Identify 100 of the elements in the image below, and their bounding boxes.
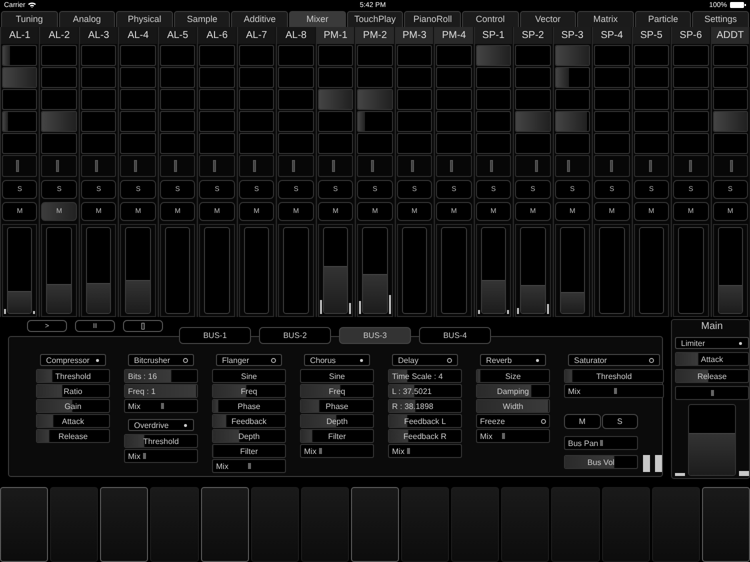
pan-thumb[interactable] xyxy=(490,160,493,172)
tab[interactable]: Vector xyxy=(520,10,576,27)
tab[interactable]: Physical xyxy=(116,10,173,27)
pan-slider[interactable] xyxy=(2,154,38,177)
parameter-slider[interactable]: Release xyxy=(675,369,749,384)
effect-slot[interactable] xyxy=(199,132,235,154)
effect-slot[interactable] xyxy=(2,110,38,132)
effect-slot[interactable] xyxy=(41,66,77,88)
pan-thumb[interactable] xyxy=(56,160,59,172)
effect-slot[interactable] xyxy=(160,110,196,132)
effect-slot[interactable] xyxy=(278,88,314,110)
pan-thumb[interactable] xyxy=(134,160,138,172)
effect-slot[interactable] xyxy=(318,66,354,88)
slider-thumb[interactable] xyxy=(160,403,164,410)
effect-slot[interactable] xyxy=(396,110,432,132)
effect-slot[interactable] xyxy=(476,132,512,154)
effect-slot[interactable] xyxy=(594,132,630,154)
pan-slider[interactable] xyxy=(357,154,393,177)
effect-slot[interactable] xyxy=(436,66,472,88)
effect-slot[interactable] xyxy=(554,132,590,154)
waveform-selector[interactable]: Sine xyxy=(300,369,374,384)
pan-thumb[interactable] xyxy=(730,160,733,172)
pan-thumb[interactable] xyxy=(292,160,296,172)
pan-slider[interactable] xyxy=(515,154,551,177)
effect-slot[interactable] xyxy=(634,44,670,66)
volume-fader[interactable] xyxy=(638,226,664,314)
mix-slider[interactable]: Bus Pan xyxy=(564,436,638,450)
volume-fader[interactable] xyxy=(678,226,704,314)
pan-thumb[interactable] xyxy=(174,160,177,172)
volume-fader[interactable] xyxy=(599,226,625,314)
mix-slider[interactable]: Mix xyxy=(124,399,198,414)
parameter-slider[interactable]: Attack xyxy=(675,352,749,366)
pan-thumb[interactable] xyxy=(332,160,335,172)
effect-slot[interactable] xyxy=(396,132,432,154)
pan-thumb[interactable] xyxy=(610,160,613,172)
parameter-slider[interactable]: Freq xyxy=(212,384,286,398)
effect-slot[interactable] xyxy=(594,44,630,66)
volume-fader[interactable] xyxy=(244,226,270,314)
effect-slot[interactable] xyxy=(120,44,156,66)
effect-slot[interactable] xyxy=(278,132,314,154)
pan-slider[interactable] xyxy=(673,154,709,177)
effect-slot[interactable] xyxy=(160,88,196,110)
effect-slot[interactable] xyxy=(318,44,354,66)
effect-slot[interactable] xyxy=(80,44,116,66)
effect-slot[interactable] xyxy=(238,132,274,154)
effect-slot[interactable] xyxy=(278,66,314,88)
parameter-slider[interactable]: Feedback xyxy=(212,414,286,428)
pan-thumb[interactable] xyxy=(94,160,98,172)
slider-thumb[interactable] xyxy=(248,463,251,470)
parameter-slider[interactable]: Size xyxy=(476,369,550,384)
pan-slider[interactable] xyxy=(712,154,748,177)
effect-slot[interactable] xyxy=(594,110,630,132)
pan-slider[interactable] xyxy=(554,154,590,177)
pan-thumb[interactable] xyxy=(410,160,414,172)
parameter-slider[interactable]: Freq : 1 xyxy=(124,384,198,398)
effect-slot[interactable] xyxy=(80,110,116,132)
parameter-slider[interactable]: Gain xyxy=(36,399,110,414)
parameter-slider[interactable]: Depth xyxy=(300,414,374,428)
parameter-slider[interactable]: Filter xyxy=(212,444,286,458)
volume-fader[interactable] xyxy=(688,404,736,476)
effect-slot[interactable] xyxy=(120,66,156,88)
volume-fader[interactable] xyxy=(560,226,586,314)
volume-fader[interactable] xyxy=(283,226,309,314)
volume-fader[interactable] xyxy=(362,226,388,314)
effect-slot[interactable] xyxy=(515,44,551,66)
effect-slot[interactable] xyxy=(673,132,709,154)
effect-slot[interactable] xyxy=(80,132,116,154)
pan-thumb[interactable] xyxy=(711,390,714,396)
key-pad[interactable] xyxy=(0,487,48,562)
effect-slot[interactable] xyxy=(357,44,393,66)
slider-thumb[interactable] xyxy=(614,388,617,394)
effect-slot[interactable] xyxy=(278,110,314,132)
pan-thumb[interactable] xyxy=(450,160,454,172)
pan-slider[interactable] xyxy=(476,154,512,177)
parameter-slider[interactable]: Bus Vol xyxy=(564,455,638,470)
effect-slot[interactable] xyxy=(160,66,196,88)
effect-slot[interactable] xyxy=(120,132,156,154)
effect-header[interactable]: Bitcrusher xyxy=(128,354,194,366)
parameter-slider[interactable]: Attack xyxy=(36,414,110,428)
pan-thumb[interactable] xyxy=(567,160,570,172)
effect-slot[interactable] xyxy=(396,44,432,66)
slider-thumb[interactable] xyxy=(319,448,322,454)
pan-thumb[interactable] xyxy=(534,160,538,172)
tab[interactable]: PianoRoll xyxy=(404,10,461,27)
effect-slot[interactable] xyxy=(476,88,512,110)
effect-slot[interactable] xyxy=(436,132,472,154)
effect-header[interactable]: Compressor xyxy=(40,354,106,366)
key-pad[interactable] xyxy=(100,487,148,562)
waveform-selector[interactable]: Sine xyxy=(212,369,286,384)
effect-slot[interactable] xyxy=(476,66,512,88)
effect-slot[interactable] xyxy=(120,110,156,132)
effect-slot[interactable] xyxy=(160,44,196,66)
parameter-slider[interactable]: R : 38.1898 xyxy=(388,399,462,414)
effect-slot[interactable] xyxy=(120,88,156,110)
effect-slot[interactable] xyxy=(673,66,709,88)
volume-fader[interactable] xyxy=(46,226,72,314)
effect-slot[interactable] xyxy=(396,66,432,88)
effect-slot[interactable] xyxy=(712,66,748,88)
parameter-slider[interactable]: Threshold xyxy=(36,369,110,384)
parameter-slider[interactable]: Threshold xyxy=(124,434,198,448)
